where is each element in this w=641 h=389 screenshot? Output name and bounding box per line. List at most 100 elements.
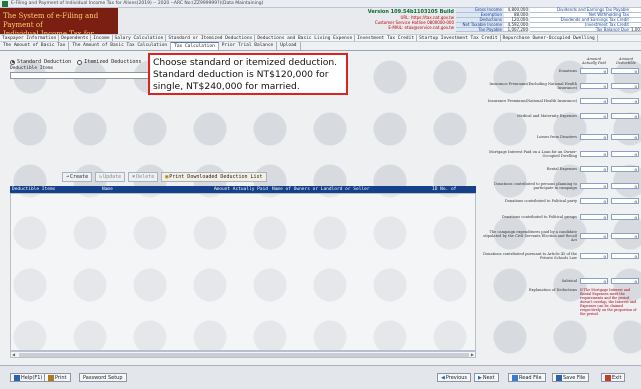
panel-row-label: Mortgage Interest Paid on a Loan for an … [489,150,577,159]
col-name[interactable]: Name [100,186,180,193]
password-setup-button[interactable]: Password Setup [79,373,127,382]
tab-basic-tax-calculation[interactable]: The Amount of Basic Tax Calculation [69,42,172,50]
col-amount-paid[interactable]: Amount Actually Paid [180,186,270,193]
summary-label: Investment Tax Credit [530,22,631,27]
save-file-label: Save File [563,374,586,381]
panel-row-label: Rental Expenses [546,166,577,171]
panel-row-label: Donations [558,68,577,73]
summary-label: Tax Payable [456,27,504,32]
create-icon: ➜ [66,174,70,180]
panel-row: The campaign expenditures paid by a cand… [480,230,641,243]
app-icon [2,0,8,7]
printer-icon [48,374,54,381]
deduction-help-tooltip: Choose standard or itemized deduction. S… [148,53,348,95]
panel-paid-field[interactable]: 0 [580,253,608,260]
main-menu: Taxpayer Information Dependents Income S… [0,34,641,42]
col-amount-actually-paid: Amount Actually Paid [582,57,606,65]
panel-row-label: Insurance Premiums(National Health Insur… [488,98,577,103]
bottom-toolbar: Help(F1) Print Password Setup ◀ Previous… [0,365,641,389]
menu-deductions-basic-living[interactable]: Deductions and Basic Living Expense [255,35,356,41]
menu-repurchase-dwelling[interactable]: Repurchase Owner-Occupied Dwelling [501,35,598,41]
tab-prior-trial-balance[interactable]: Prior Trial Balance [219,42,278,50]
menu-income[interactable]: Income [91,35,113,41]
delete-button[interactable]: ✖ Delete [128,172,159,182]
panel-row: Donations contributed pursuant to Articl… [480,252,641,260]
version-email[interactable]: E-MAIL: etax@service.nat.gov.tw [330,25,454,30]
read-file-label: Read File [519,374,542,381]
panel-paid-field[interactable]: 0 [580,151,608,158]
panel-row-label: Subtotal [561,278,577,283]
next-button[interactable]: ▶ Next [474,373,499,382]
col-id-no[interactable]: ID No. of [430,186,476,193]
panel-deductible-field: 0 [611,233,639,240]
panel-paid-field[interactable]: 0 [580,98,608,104]
col-amount-deductible: Amount Deductible [616,57,636,65]
itemized-deduction-option[interactable]: Itemized Deductions [77,59,141,65]
deduction-explanation: Explanation of Deductions If The Mortgag… [480,288,641,316]
print-deduction-list-label: Print Downloaded Deduction List [169,174,263,180]
panel-row-label: The campaign expenditures paid by a cand… [483,230,577,243]
grid-horizontal-scrollbar[interactable]: ◀ ▶ [10,351,476,358]
radio-checked-icon[interactable] [10,59,15,65]
menu-standard-or-itemized[interactable]: Standard or Itemized Deductions [166,35,256,41]
summary-label: Tax Balance Due [530,27,631,32]
panel-paid-field[interactable]: 0 [580,113,608,119]
save-file-icon [556,374,562,381]
panel-paid-field[interactable]: 0 [580,166,608,172]
deductions-grid-body[interactable] [10,193,476,351]
itemized-deduction-label: Itemized Deductions [84,59,142,65]
print-deduction-list-button[interactable]: ▣ Print Downloaded Deduction List [161,172,267,182]
deduction-summary-panel: Amount Actually Paid Amount Deductible D… [480,52,641,364]
password-setup-label: Password Setup [83,374,123,381]
tab-upload[interactable]: Upload [277,42,301,50]
previous-button[interactable]: ◀ Previous [437,373,471,382]
save-file-button[interactable]: Save File [552,373,590,382]
read-file-button[interactable]: Read File [508,373,546,382]
panel-paid-field[interactable]: 0 [580,198,608,204]
panel-row-label: Losses from Disasters [536,134,577,139]
tab-basic-tax[interactable]: The Amount of Basic Tax [0,42,70,50]
panel-paid-field[interactable]: 0 [580,214,608,220]
print-button[interactable]: Print [44,373,71,382]
panel-paid-field[interactable]: 0 [580,68,608,74]
panel-deductible-field: 0 [611,166,639,172]
deductible-items-select[interactable] [10,72,160,79]
scroll-left-icon[interactable]: ◀ [12,352,15,357]
exit-label: Exit [612,374,622,381]
panel-paid-field[interactable]: 0 [580,183,608,190]
panel-paid-field[interactable]: 0 [580,134,608,140]
summary-label: Net Taxable Income [456,22,504,27]
create-button[interactable]: ➜ Create [62,172,93,182]
panel-row: Donations contributed to persons plannin… [480,182,641,190]
print-label: Print [55,374,67,381]
summary-value [631,12,641,17]
panel-deductible-field: 0 [611,98,639,104]
scroll-right-icon[interactable]: ▶ [471,352,474,357]
panel-paid-field[interactable]: 0 [580,233,608,240]
col-owner-name[interactable]: Name of Owners or Landlord or Seller [270,186,430,193]
panel-row: Donations contributed to Political group… [480,214,641,220]
scrollbar-thumb[interactable] [19,353,469,357]
tab-tax-calculation[interactable]: Tax Calculation [171,42,219,50]
create-label: Create [70,174,89,180]
delete-icon: ✖ [132,174,136,180]
help-label: Help(F1) [21,374,43,381]
exit-button[interactable]: Exit [601,373,626,382]
menu-dependents[interactable]: Dependents [59,35,92,41]
panel-paid-field[interactable]: 0 [580,83,608,90]
panel-row-label: Donations contributed to Political group… [501,214,577,219]
menu-salary-calculation[interactable]: Salary Calculation [113,35,167,41]
col-deductible-items[interactable]: Deductible Items [10,186,100,193]
menu-startup-investment-credit[interactable]: Startup Investment Tax Credit [417,35,501,41]
radio-unchecked-icon[interactable] [77,59,83,65]
summary-value: 1,007,2 [631,26,641,32]
standard-deduction-option[interactable]: Standard Deduction [10,59,71,65]
system-brand: The System of e-Filing and Payment of In… [0,8,118,47]
panel-subtotal-row: Subtotal 0 0 [480,278,641,284]
menu-investment-tax-credit[interactable]: Investment Tax Credit [355,35,418,41]
help-button[interactable]: Help(F1) [10,373,47,382]
brand-line-1: The System of e-Filing and Payment of [3,12,99,29]
panel-row: Mortgage Interest Paid on a Loan for an … [480,150,641,158]
menu-taxpayer-information[interactable]: Taxpayer Information [0,35,60,41]
update-button[interactable]: ↻ Update [95,172,126,182]
